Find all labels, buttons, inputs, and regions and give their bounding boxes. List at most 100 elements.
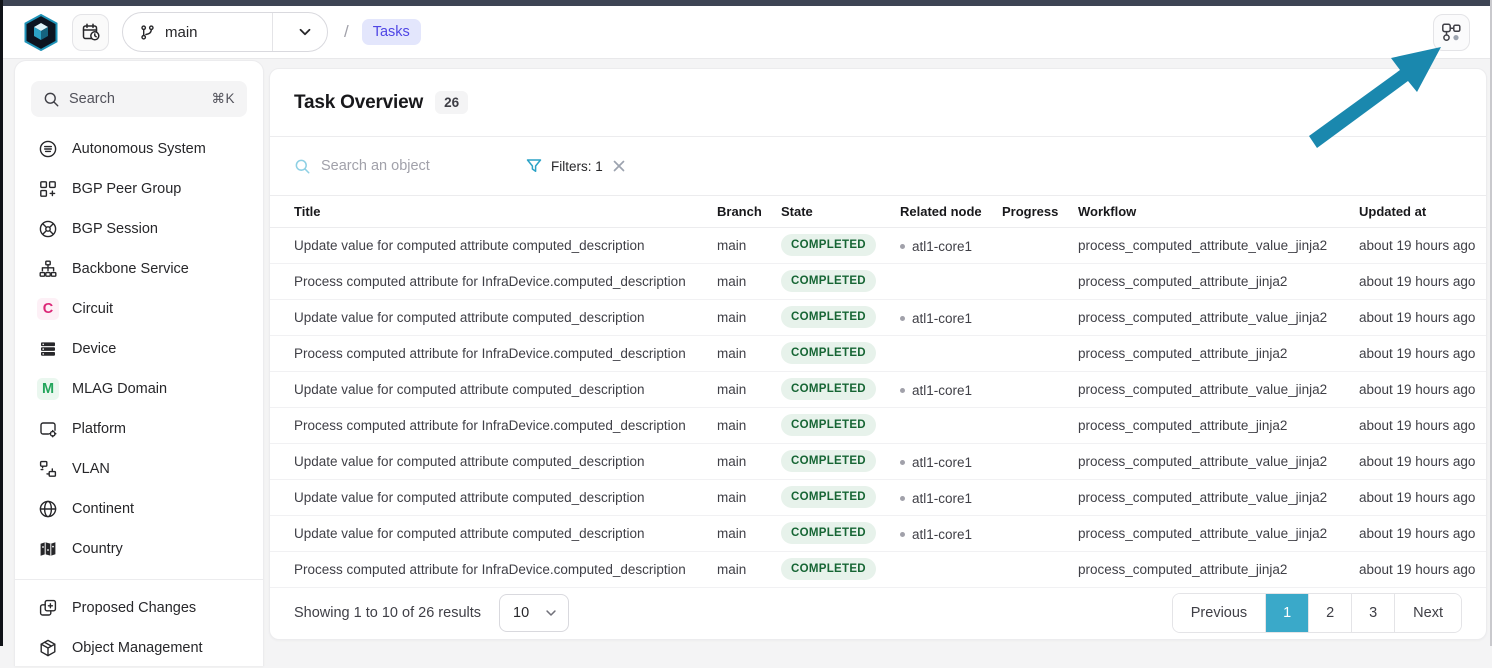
task-branch: main <box>717 515 781 551</box>
task-branch: main <box>717 299 781 335</box>
clear-filters-icon[interactable] <box>612 159 626 173</box>
table-row[interactable]: Update value for computed attribute comp… <box>270 515 1486 551</box>
sidebar-item-label: Backbone Service <box>72 261 189 277</box>
time-travel-button[interactable] <box>72 14 109 51</box>
table-row[interactable]: Process computed attribute for InfraDevi… <box>270 263 1486 299</box>
pagination-page-3[interactable]: 3 <box>1351 594 1394 632</box>
sidebar-item-continent[interactable]: Continent <box>31 489 247 529</box>
sidebar-item-circuit[interactable]: C Circuit <box>31 289 247 329</box>
sidebar-item-platform[interactable]: Platform <box>31 409 247 449</box>
sidebar: Search ⌘K Autonomous System BGP Peer Grou… <box>14 60 264 666</box>
backbone-service-icon <box>37 258 59 280</box>
sidebar-item-country[interactable]: Country <box>31 529 247 569</box>
bgp-session-icon <box>37 218 59 240</box>
object-management-icon <box>37 637 59 659</box>
sidebar-item-label: Autonomous System <box>72 141 206 157</box>
task-progress <box>1002 407 1078 443</box>
column-updated-at: Updated at <box>1359 196 1486 227</box>
platform-icon <box>37 418 59 440</box>
sidebar-item-label: Platform <box>72 421 126 437</box>
chevron-down-icon <box>282 24 327 40</box>
search-icon <box>294 158 311 175</box>
page-size-select[interactable]: 10 <box>499 594 569 632</box>
filter-funnel-icon[interactable] <box>526 158 542 174</box>
pagination-page-2[interactable]: 2 <box>1308 594 1351 632</box>
sidebar-item-device[interactable]: Device <box>31 329 247 369</box>
related-node: atl1-core1 <box>900 527 972 542</box>
task-updated-at: about 19 hours ago <box>1359 371 1486 407</box>
table-row[interactable]: Update value for computed attribute comp… <box>270 371 1486 407</box>
table-row[interactable]: Update value for computed attribute comp… <box>270 299 1486 335</box>
sidebar-item-mlag-domain[interactable]: MMLAG Domain <box>31 369 247 409</box>
status-badge: COMPLETED <box>781 270 876 292</box>
task-progress <box>1002 227 1078 263</box>
task-workflow: process_computed_attribute_value_jinja2 <box>1078 371 1359 407</box>
status-badge: COMPLETED <box>781 414 876 436</box>
country-icon <box>37 538 59 560</box>
sidebar-item-bgp-peer-group[interactable]: BGP Peer Group <box>31 169 247 209</box>
search-icon <box>43 91 60 108</box>
task-branch: main <box>717 263 781 299</box>
task-title: Update value for computed attribute comp… <box>270 443 717 479</box>
node-dot-icon <box>900 244 905 249</box>
sidebar-item-label: Circuit <box>72 301 113 317</box>
proposed-changes-icon <box>37 597 59 619</box>
pagination-previous-button[interactable]: Previous <box>1173 594 1265 632</box>
active-filters: Filters: 1 <box>526 158 626 174</box>
task-progress <box>1002 479 1078 515</box>
status-badge: COMPLETED <box>781 378 876 400</box>
breadcrumb-tasks[interactable]: Tasks <box>362 19 421 45</box>
task-title: Update value for computed attribute comp… <box>270 299 717 335</box>
task-progress <box>1002 371 1078 407</box>
status-badge: COMPLETED <box>781 342 876 364</box>
task-progress <box>1002 263 1078 299</box>
sidebar-item-bgp-session[interactable]: BGP Session <box>31 209 247 249</box>
sidebar-item-autonomous-system[interactable]: Autonomous System <box>31 129 247 169</box>
sidebar-item-object-management[interactable]: Object Management <box>31 628 247 668</box>
sidebar-item-backbone-service[interactable]: Backbone Service <box>31 249 247 289</box>
sidebar-search[interactable]: Search ⌘K <box>31 81 247 117</box>
branch-selector[interactable]: main <box>122 12 328 52</box>
related-node: atl1-core1 <box>900 311 972 326</box>
table-row[interactable]: Process computed attribute for InfraDevi… <box>270 335 1486 371</box>
task-updated-at: about 19 hours ago <box>1359 227 1486 263</box>
task-branch: main <box>717 551 781 587</box>
sidebar-item-label: BGP Session <box>72 221 158 237</box>
table-row[interactable]: Update value for computed attribute comp… <box>270 443 1486 479</box>
status-badge: COMPLETED <box>781 234 876 256</box>
table-row[interactable]: Update value for computed attribute comp… <box>270 227 1486 263</box>
task-branch: main <box>717 335 781 371</box>
letter-c-icon: C <box>37 298 59 320</box>
table-row[interactable]: Update value for computed attribute comp… <box>270 479 1486 515</box>
sidebar-item-label: Object Management <box>72 640 203 656</box>
continent-icon <box>37 498 59 520</box>
page-title: Task Overview <box>294 92 423 114</box>
filters-count-label: Filters: 1 <box>551 159 603 174</box>
search-shortcut: ⌘K <box>211 91 235 107</box>
task-workflow: process_computed_attribute_value_jinja2 <box>1078 515 1359 551</box>
object-search-input[interactable]: Search an object <box>294 158 512 175</box>
sidebar-divider <box>15 579 263 580</box>
task-workflow: process_computed_attribute_value_jinja2 <box>1078 299 1359 335</box>
task-progress <box>1002 335 1078 371</box>
status-badge: COMPLETED <box>781 306 876 328</box>
sidebar-item-label: VLAN <box>72 461 110 477</box>
task-title: Update value for computed attribute comp… <box>270 479 717 515</box>
infrahub-logo[interactable] <box>23 13 59 51</box>
pagination-page-1[interactable]: 1 <box>1265 594 1308 632</box>
related-node: atl1-core1 <box>900 491 972 506</box>
sidebar-item-vlan[interactable]: VLAN <box>31 449 247 489</box>
schema-visualizer-button[interactable] <box>1433 14 1470 51</box>
infrahub-logo-icon <box>24 14 58 51</box>
node-dot-icon <box>900 496 905 501</box>
table-row[interactable]: Process computed attribute for InfraDevi… <box>270 407 1486 443</box>
status-badge: COMPLETED <box>781 558 876 580</box>
sidebar-search-placeholder: Search <box>69 91 202 107</box>
top-navigation-bar: main / Tasks <box>3 6 1490 59</box>
pagination-next-button[interactable]: Next <box>1394 594 1461 632</box>
task-updated-at: about 19 hours ago <box>1359 515 1486 551</box>
sidebar-item-proposed-changes[interactable]: Proposed Changes <box>31 588 247 628</box>
card-header: Task Overview 26 <box>270 69 1486 137</box>
bgp-peer-group-icon <box>37 178 59 200</box>
table-row[interactable]: Process computed attribute for InfraDevi… <box>270 551 1486 587</box>
